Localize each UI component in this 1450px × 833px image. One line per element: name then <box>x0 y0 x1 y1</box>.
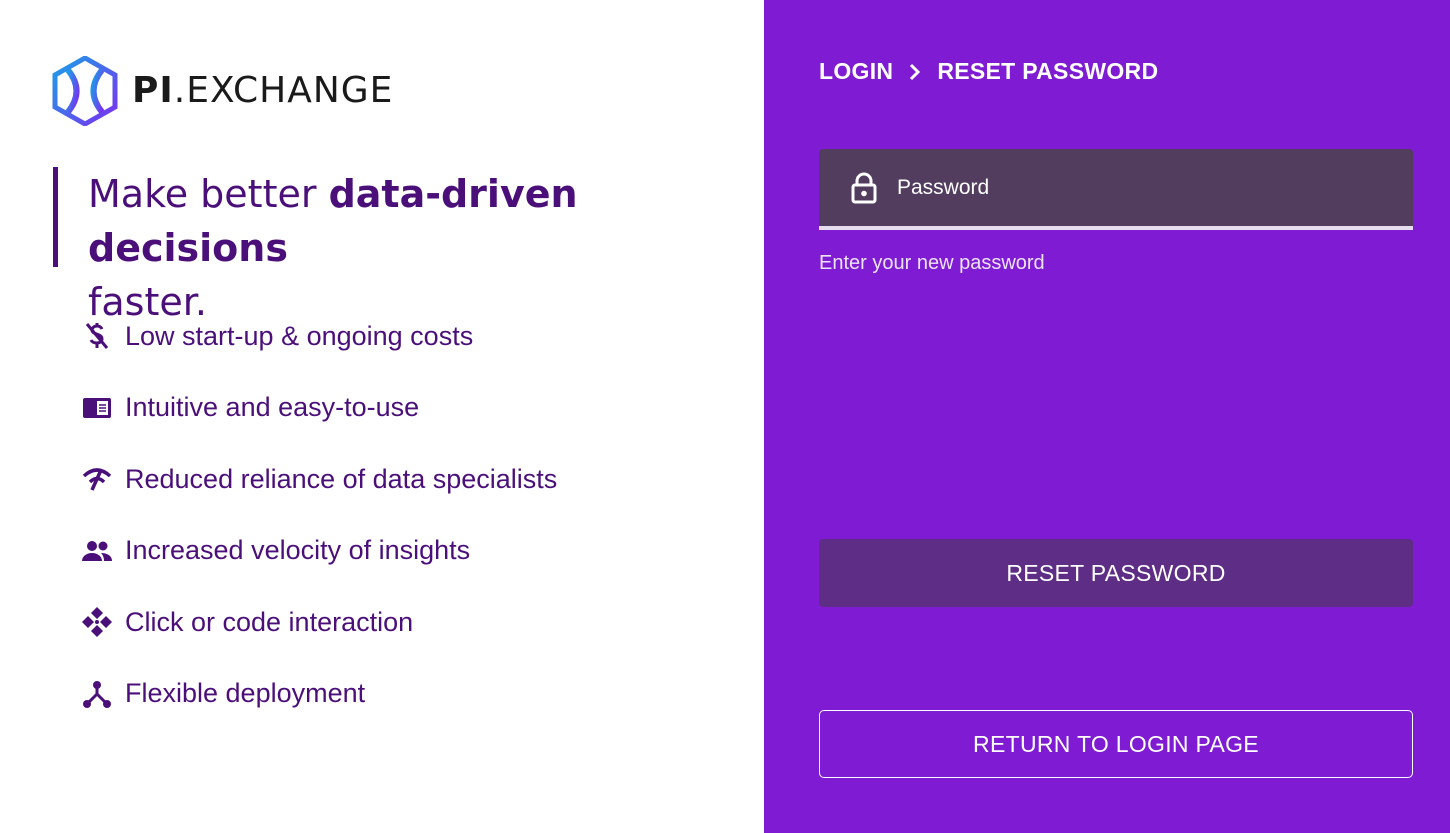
tagline-prefix: Make better <box>88 172 329 216</box>
branch-nodes-icon <box>80 677 114 711</box>
signal-off-icon <box>80 462 114 496</box>
feature-label: Click or code interaction <box>125 606 414 637</box>
tagline: Make better data-driven decisions faster… <box>53 167 688 324</box>
brand-name-bold: PI <box>132 70 174 111</box>
breadcrumb-current: RESET PASSWORD <box>937 58 1159 84</box>
hexagon-x-logo-icon <box>52 56 118 126</box>
feature-list: Low start-up & ongoing costs Intuitive a… <box>80 316 557 745</box>
people-icon <box>80 534 114 568</box>
brand-name-rest: .EXCHANGE <box>173 70 394 111</box>
book-icon <box>80 391 114 425</box>
feature-item: Flexible deployment <box>80 674 557 714</box>
breadcrumb: LOGIN RESET PASSWORD <box>819 58 1158 85</box>
feature-item: Increased velocity of insights <box>80 531 557 571</box>
feature-label: Low start-up & ongoing costs <box>125 320 474 351</box>
breadcrumb-login-link[interactable]: LOGIN <box>819 58 893 85</box>
reset-password-button[interactable]: RESET PASSWORD <box>819 539 1413 607</box>
feature-item: Intuitive and easy-to-use <box>80 388 557 428</box>
password-input[interactable] <box>895 174 1359 201</box>
diamond-nodes-icon <box>80 605 114 639</box>
no-money-icon <box>80 319 114 353</box>
return-to-login-button[interactable]: RETURN TO LOGIN PAGE <box>819 710 1413 778</box>
password-helper-text: Enter your new password <box>819 252 1045 274</box>
brand-name: PI.EXCHANGE <box>132 73 393 109</box>
feature-item: Low start-up & ongoing costs <box>80 316 557 356</box>
marketing-panel: PI.EXCHANGE Make better data-driven deci… <box>0 0 764 833</box>
feature-item: Reduced reliance of data specialists <box>80 459 557 499</box>
lock-icon <box>851 172 877 204</box>
feature-item: Click or code interaction <box>80 602 557 642</box>
feature-label: Flexible deployment <box>125 678 366 708</box>
chevron-right-icon <box>909 63 921 81</box>
reset-password-panel <box>764 0 1450 833</box>
feature-label: Intuitive and easy-to-use <box>125 392 420 422</box>
feature-label: Reduced reliance of data specialists <box>125 463 558 494</box>
password-field[interactable] <box>819 149 1413 230</box>
brand-logo: PI.EXCHANGE <box>52 56 393 126</box>
feature-label: Increased velocity of insights <box>125 535 471 565</box>
